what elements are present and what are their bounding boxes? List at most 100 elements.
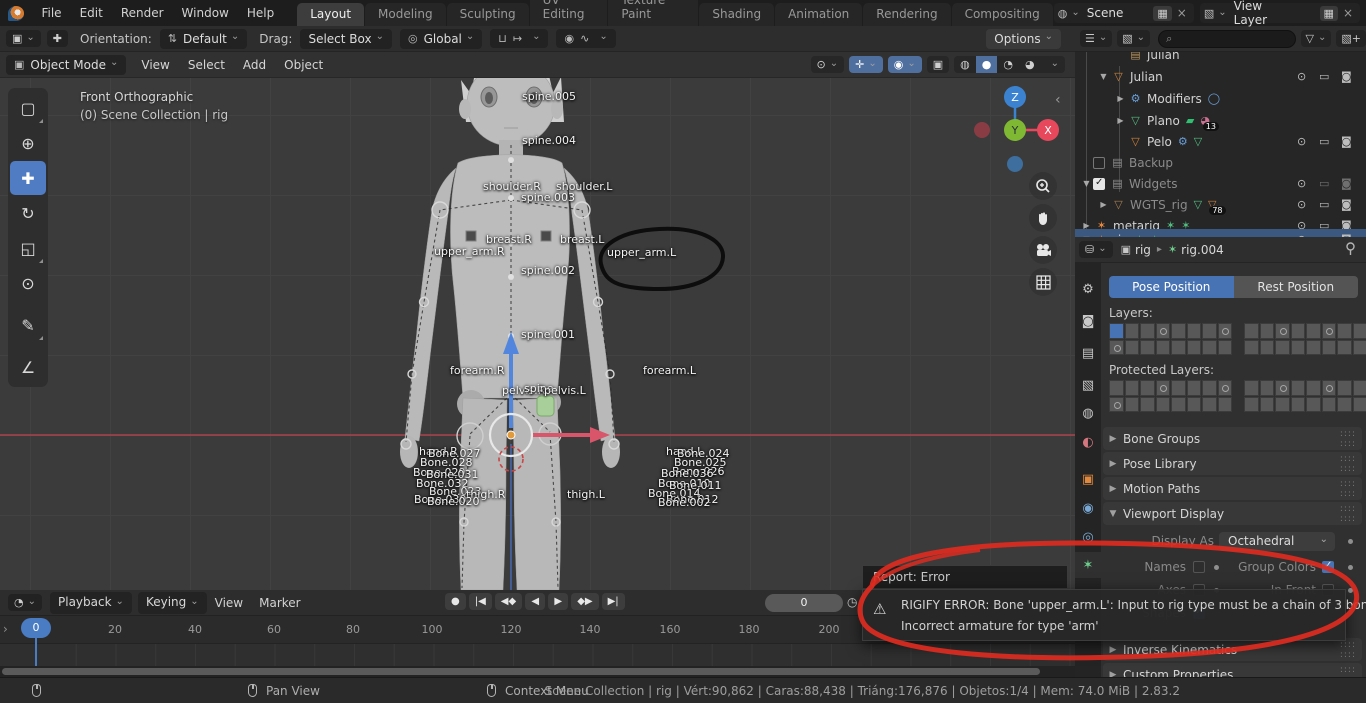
current-frame-field[interactable]: 0 xyxy=(765,594,843,612)
breadcrumb-data[interactable]: rig.004 xyxy=(1181,243,1224,257)
outliner-filter-view-layer-icon[interactable]: ▧ xyxy=(1117,30,1151,47)
cursor-tool[interactable]: ⊕ xyxy=(10,126,46,160)
object-tab[interactable]: ▣ xyxy=(1075,466,1101,492)
timeline-menu-keying[interactable]: Keying xyxy=(137,591,207,614)
protected-layer-cell[interactable] xyxy=(1290,380,1305,396)
protected-layer-cell[interactable] xyxy=(1259,380,1274,396)
protected-layer-cell[interactable] xyxy=(1186,396,1201,412)
rendered-shading-button[interactable]: ◕ xyxy=(1019,56,1041,73)
mode-dropdown[interactable]: ▣ Object Mode xyxy=(6,54,127,75)
playhead-line[interactable] xyxy=(35,638,37,666)
eye-toggle-icon[interactable]: ⊙ xyxy=(1297,177,1306,190)
outliner-search-input[interactable]: ⌕ xyxy=(1158,29,1296,48)
move-tool[interactable]: ✚ xyxy=(10,161,46,195)
expand-icon[interactable]: ▶ xyxy=(1097,200,1110,209)
protected-layer-cell[interactable] xyxy=(1202,396,1217,412)
panel-pose-library[interactable]: ▶ Pose Library:::::::: xyxy=(1103,452,1362,475)
scene-copy-icon[interactable]: ▦ xyxy=(1153,5,1172,21)
tool-tab[interactable]: ⚙ xyxy=(1075,276,1101,302)
outliner-row-plano[interactable]: ▶ ▽ Plano ▰ ◕ 13 xyxy=(1075,110,1366,131)
outliner-row-wgts_rig[interactable]: ▶ ▽ WGTS_rig ▽ ▽ 78 ⊙ ▭ ◙ xyxy=(1075,194,1366,215)
pose-position-button[interactable]: Pose Position xyxy=(1109,276,1234,298)
layer-cell[interactable] xyxy=(1186,339,1201,355)
rest-position-button[interactable]: Rest Position xyxy=(1233,276,1358,298)
layer-cell[interactable] xyxy=(1217,323,1232,339)
panel-motion-paths[interactable]: ▶ Motion Paths:::::::: xyxy=(1103,477,1362,500)
annotate-tool[interactable]: ✎ xyxy=(10,308,46,342)
rotate-tool[interactable]: ↻ xyxy=(10,196,46,230)
properties-editor-type-icon[interactable]: ⛁ xyxy=(1079,241,1113,258)
protected-layer-cell[interactable] xyxy=(1202,380,1217,396)
workspace-tab-uv-editing[interactable]: UV Editing xyxy=(529,0,608,26)
screen-toggle-icon[interactable]: ▭ xyxy=(1319,177,1329,190)
proportional-edit-dropdown[interactable]: ◉ ∿ xyxy=(556,29,616,48)
outliner-filter-dropdown[interactable]: ▽ xyxy=(1300,30,1332,47)
move-gizmo-icon[interactable]: ✚ xyxy=(46,30,69,47)
view-layer-remove-icon[interactable]: × xyxy=(1338,5,1358,21)
layer-cell[interactable] xyxy=(1244,323,1259,339)
outliner-item-label[interactable]: Widgets xyxy=(1129,177,1178,191)
camera-toggle-icon[interactable]: ◙ xyxy=(1341,198,1352,211)
zoom-icon[interactable] xyxy=(1029,172,1057,200)
layer-cell[interactable] xyxy=(1306,339,1321,355)
viewport-menu-select[interactable]: Select xyxy=(179,54,234,76)
protected-layer-cell[interactable] xyxy=(1155,380,1170,396)
layer-cell[interactable] xyxy=(1275,323,1290,339)
workspace-tab-layout[interactable]: Layout xyxy=(297,3,365,26)
panel-drag-handle[interactable]: :::::::: xyxy=(1340,640,1356,660)
viewport-menu-view[interactable]: View xyxy=(132,54,178,76)
protected-layer-cell[interactable] xyxy=(1352,380,1366,396)
object-data-tab[interactable]: ✶ xyxy=(1075,552,1101,578)
outliner-item-label[interactable]: Pelo xyxy=(1147,135,1172,149)
viewport-display-panel[interactable]: ▼ Viewport Display :::::::: xyxy=(1103,502,1362,525)
animate-dot[interactable] xyxy=(1348,565,1353,570)
workspace-tab-shading[interactable]: Shading xyxy=(699,3,775,26)
solid-shading-button[interactable]: ● xyxy=(975,56,998,73)
menu-render[interactable]: Render xyxy=(112,2,173,24)
render-tab[interactable]: ◙ xyxy=(1075,308,1101,334)
animate-dot[interactable] xyxy=(1348,588,1353,593)
prev-frame-button[interactable]: ◀ xyxy=(525,593,546,610)
scene-unlink-icon[interactable]: × xyxy=(1172,5,1192,21)
outliner-row-modifiers[interactable]: ▶ ⚙ Modifiers ◯ xyxy=(1075,88,1366,109)
layer-cell[interactable] xyxy=(1109,323,1124,339)
shading-dropdown[interactable] xyxy=(1041,56,1065,73)
timeline-expand-icon[interactable]: › xyxy=(3,622,8,636)
pin-icon[interactable] xyxy=(1345,241,1356,258)
expand-icon[interactable]: ▼ xyxy=(1097,72,1110,81)
drag-dropdown[interactable]: Select Box xyxy=(300,28,392,49)
panel-bone-groups[interactable]: ▶ Bone Groups:::::::: xyxy=(1103,427,1362,450)
screen-toggle-icon[interactable]: ▭ xyxy=(1319,70,1329,83)
next-keyframe-button[interactable]: ◆▶ xyxy=(571,593,599,610)
output-tab[interactable]: ▤ xyxy=(1075,340,1101,366)
breadcrumb-object[interactable]: rig xyxy=(1135,243,1151,257)
layer-cell[interactable] xyxy=(1140,323,1155,339)
pan-hand-icon[interactable] xyxy=(1029,204,1057,232)
protected-layer-cell[interactable] xyxy=(1109,396,1124,412)
layer-cell[interactable] xyxy=(1259,339,1274,355)
options-dropdown[interactable]: Options xyxy=(986,28,1061,49)
active-tool-icon[interactable]: ▣ xyxy=(6,30,41,47)
protected-layer-cell[interactable] xyxy=(1275,396,1290,412)
timeline-menu-marker[interactable]: Marker xyxy=(251,592,308,614)
layer-cell[interactable] xyxy=(1171,339,1186,355)
new-collection-button[interactable]: ▧+ xyxy=(1336,30,1366,47)
outliner-item-label[interactable]: Julian xyxy=(1130,70,1163,84)
workspace-tab-animation[interactable]: Animation xyxy=(775,3,863,26)
workspace-tab-texture-paint[interactable]: Texture Paint xyxy=(608,0,699,26)
protected-layer-cell[interactable] xyxy=(1337,380,1352,396)
layer-cell[interactable] xyxy=(1109,339,1124,355)
wireframe-shading-button[interactable]: ◍ xyxy=(954,56,976,73)
protected-layer-cell[interactable] xyxy=(1321,396,1336,412)
protected-layer-cell[interactable] xyxy=(1352,396,1366,412)
layer-cell[interactable] xyxy=(1275,339,1290,355)
protected-layer-cell[interactable] xyxy=(1217,396,1232,412)
layer-cell[interactable] xyxy=(1217,339,1232,355)
viewport-menu-add[interactable]: Add xyxy=(234,54,275,76)
workspace-tab-modeling[interactable]: Modeling xyxy=(365,3,446,26)
layer-cell[interactable] xyxy=(1124,339,1139,355)
layer-cell[interactable] xyxy=(1337,339,1352,355)
record-button[interactable]: ● xyxy=(445,593,466,610)
layer-cell[interactable] xyxy=(1321,339,1336,355)
collection-checkbox[interactable] xyxy=(1093,177,1105,190)
